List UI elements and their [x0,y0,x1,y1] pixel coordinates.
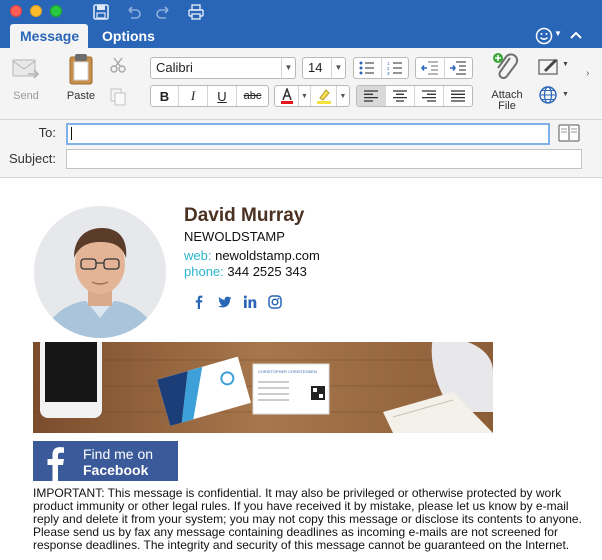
zoom-window-button[interactable] [50,5,62,17]
text-caret [71,127,72,140]
address-book-icon[interactable] [558,124,580,142]
smiley-dropdown-icon[interactable]: ▼ [554,29,562,38]
avatar [34,206,166,338]
indent-buttons [415,57,473,79]
tab-message[interactable]: Message [10,24,88,48]
message-header-fields: To: Subject: [0,120,602,178]
align-left-button[interactable] [357,86,386,106]
collapse-ribbon-icon[interactable] [570,30,582,40]
align-center-icon [393,90,407,102]
highlighter-icon [316,89,331,104]
paste-label: Paste [66,90,96,102]
profile-photo [34,206,166,338]
globe-icon[interactable] [538,85,560,107]
font-name-value: Calibri [156,60,193,75]
signature-dropdown-icon[interactable]: ▼ [562,61,569,68]
linkedin-icon[interactable] [243,295,257,309]
cut-icon[interactable] [109,56,127,74]
svg-text:3: 3 [387,71,390,75]
font-color-button[interactable] [275,86,299,106]
align-right-button[interactable] [415,86,444,106]
banner-photo: CHRISTOPHER CHRISTENSEN [33,342,493,433]
font-color-icon [280,88,293,104]
redo-icon[interactable] [155,3,173,21]
attach-file-button[interactable]: Attach File [484,90,530,112]
phone-label: phone: [184,264,224,279]
font-size-value: 14 [308,60,323,75]
justify-icon [451,90,465,102]
facebook-f-icon [47,447,64,481]
list-buttons: 1 2 3 [353,57,409,79]
tab-options[interactable]: Options [92,24,165,48]
signature-name: David Murray [184,205,305,226]
attach-label-line2: File [498,100,516,112]
numbered-list-icon: 1 2 3 [387,61,402,75]
facebook-button-line1: Find me on [83,446,154,462]
subject-field[interactable] [66,149,582,169]
minimize-window-button[interactable] [30,5,42,17]
align-right-icon [422,90,436,102]
signature-banner-image[interactable]: CHRISTOPHER CHRISTENSEN [33,342,493,433]
chevron-down-icon: ▼ [281,58,295,78]
subject-label: Subject: [9,151,56,166]
signature-icon[interactable] [538,56,560,76]
alignment-buttons [356,85,473,107]
facebook-button-line2: Facebook [83,462,149,478]
decrease-indent-icon [420,61,438,75]
increase-indent-icon [450,61,467,75]
color-buttons: ▼ ▼ [274,85,350,107]
decrease-indent-button[interactable] [416,58,445,78]
signature-company: NEWOLDSTAMP [184,229,285,244]
font-size-select[interactable]: 14 ▼ [302,57,346,79]
copy-icon[interactable] [110,88,126,106]
ribbon-tab-bar: Message Options ▼ [0,24,602,48]
instagram-icon[interactable] [268,295,282,309]
chevron-down-icon: ▼ [331,58,345,78]
align-center-button[interactable] [386,86,415,106]
highlight-button[interactable] [311,86,337,106]
underline-button[interactable]: U [208,86,237,106]
save-icon[interactable] [92,3,110,21]
font-color-dropdown[interactable]: ▼ [299,86,311,106]
paste-icon[interactable] [66,52,96,86]
find-me-on-facebook-button[interactable]: Find me on Facebook [33,441,178,481]
facebook-icon[interactable] [192,295,206,309]
globe-dropdown-icon[interactable]: ▼ [562,91,569,98]
bold-button[interactable]: B [151,86,179,106]
web-link[interactable]: newoldstamp.com [215,248,320,263]
business-card-name: CHRISTOPHER CHRISTENSEN [258,369,317,374]
to-field[interactable] [66,123,550,145]
italic-button[interactable]: I [179,86,208,106]
justify-button[interactable] [444,86,472,106]
font-name-select[interactable]: Calibri ▼ [150,57,296,79]
highlight-dropdown[interactable]: ▼ [337,86,349,106]
ribbon-toolbar: Send Paste Calibri ▼ 14 ▼ 1 2 3 B I U ab… [0,48,602,120]
phone-number[interactable]: 344 2525 343 [227,264,307,279]
send-icon[interactable] [10,56,42,84]
smiley-feedback-icon[interactable] [535,27,553,45]
paperclip-icon[interactable] [492,52,522,86]
more-options-icon[interactable]: › [586,68,589,79]
to-label: To: [38,125,56,140]
bullet-list-button[interactable] [354,58,382,78]
numbered-list-button[interactable]: 1 2 3 [382,58,409,78]
signature-web-line: web: newoldstamp.com [184,248,320,263]
align-left-icon [364,90,378,102]
window-title-bar [0,0,602,24]
send-label: Send [13,90,39,102]
print-icon[interactable] [187,3,205,21]
bullet-list-icon [359,61,375,75]
signature-phone-line: phone: 344 2525 343 [184,264,307,279]
strikethrough-button[interactable]: abc [237,86,268,106]
confidentiality-disclaimer: IMPORTANT: This message is confidential.… [33,486,582,552]
web-label: web: [184,248,212,263]
twitter-icon[interactable] [218,295,232,309]
text-style-buttons: B I U abc [150,85,269,107]
undo-icon[interactable] [124,3,142,21]
increase-indent-button[interactable] [445,58,473,78]
close-window-button[interactable] [10,5,22,17]
